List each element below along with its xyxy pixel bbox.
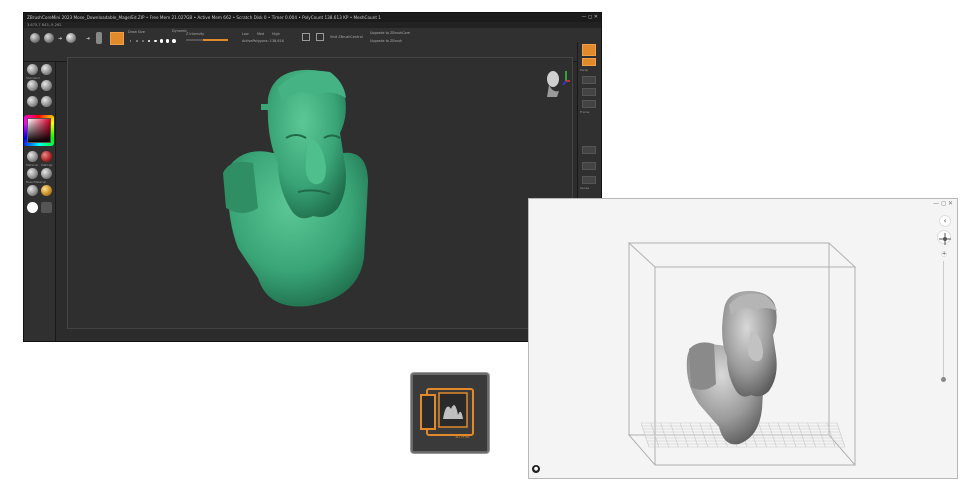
cylinder-tool-icon[interactable]	[96, 32, 102, 44]
window-controls[interactable]: — ◻ ✕	[581, 13, 598, 22]
print-viewer-window: — ◻ ✕ ‹ + ●	[528, 198, 958, 479]
z-intensity-label: Z Intensity	[186, 32, 205, 36]
pinch-brush-icon[interactable]	[41, 96, 52, 107]
frame-button[interactable]	[582, 100, 596, 108]
matcap-label: MatCap	[41, 163, 53, 167]
material-label: Material	[26, 163, 39, 167]
bpr-button[interactable]	[582, 44, 596, 56]
dynamic-label: Dynamic	[172, 29, 187, 33]
smooth-brush-icon[interactable]	[41, 80, 52, 91]
basic-material-icon[interactable]	[27, 168, 38, 179]
3d-print-label: 3D Print	[455, 435, 470, 439]
texture-icon[interactable]	[27, 185, 38, 196]
draw-brush-icon[interactable]	[30, 33, 40, 43]
brush-size-dot[interactable]	[154, 39, 157, 43]
upgrade-core-link[interactable]: Upgrade to ZBrushCore	[370, 31, 410, 35]
move-brush-icon[interactable]	[27, 80, 38, 91]
brush-size-dot[interactable]	[136, 40, 138, 42]
zbrush-window: ZBrushCoreMini 2023 Mose_Downloadable_Ma…	[23, 12, 602, 342]
brush-size-dot[interactable]	[166, 39, 170, 43]
polypaint-icon[interactable]	[41, 168, 52, 179]
sculpt-model	[223, 69, 368, 307]
matcap-sphere-icon[interactable]	[41, 151, 52, 162]
persp-label: Persp	[580, 68, 589, 72]
composite-screenshot: ZBrushCoreMini 2023 Mose_Downloadable_Ma…	[0, 0, 976, 501]
brush-size-dot[interactable]	[142, 39, 145, 43]
high-button[interactable]: High	[272, 32, 280, 36]
arrow-icon: ➜	[86, 36, 91, 42]
draw-size-label: Draw Size	[128, 30, 145, 34]
persp-button[interactable]	[582, 58, 596, 66]
basic-material-label: BasicMaterial	[26, 180, 47, 184]
upgrade-zbrush-link[interactable]: Upgrade to ZBrush	[370, 39, 402, 43]
frame-label: Frame	[580, 110, 590, 114]
sphere-tool-icon[interactable]	[66, 33, 76, 43]
left-tool-palette: Standard Material MatCap BasicMaterial	[24, 62, 56, 341]
black-color-swatch[interactable]	[41, 202, 52, 213]
draw-mode-button[interactable]	[110, 32, 124, 45]
3d-print-icon	[420, 388, 474, 436]
brush-size-dot[interactable]	[172, 39, 176, 43]
active-polygons: ActivePolygons: 138,616	[242, 39, 284, 43]
perspective-icon[interactable]	[302, 33, 310, 41]
window-title: ZBrushCoreMini 2023 Mose_Downloadable_Ma…	[27, 15, 381, 20]
3d-print-icon-tile[interactable]: 3D Print	[411, 373, 489, 453]
floor-icon[interactable]	[316, 33, 324, 41]
floor-button[interactable]	[582, 76, 596, 84]
color-picker[interactable]	[27, 118, 51, 143]
standard-brush-icon[interactable]	[27, 64, 38, 75]
viewport-canvas[interactable]	[67, 57, 573, 329]
local-button[interactable]	[582, 88, 596, 96]
brush-size-dot[interactable]	[130, 40, 132, 42]
rotate-view-button[interactable]	[582, 176, 596, 184]
brush-size-dot[interactable]	[148, 39, 151, 43]
print-volume	[627, 242, 857, 466]
med-button[interactable]: Med	[257, 32, 264, 36]
arrow-icon: ➜	[58, 36, 63, 42]
low-button[interactable]: Low	[242, 32, 249, 36]
clay-brush-icon[interactable]	[41, 64, 52, 75]
navigation-head[interactable]	[544, 67, 570, 97]
move-brush-icon[interactable]	[44, 33, 54, 43]
material-sphere-icon[interactable]	[27, 151, 38, 162]
visit-zbrushcentral-link[interactable]: Visit ZBrushCentral	[330, 35, 363, 39]
brush-size-dot[interactable]	[160, 39, 164, 43]
inflate-brush-icon[interactable]	[27, 96, 38, 107]
move-view-button[interactable]	[582, 146, 596, 154]
user-icon[interactable]: ●	[532, 465, 540, 473]
z-intensity-slider[interactable]	[186, 39, 228, 41]
white-color-swatch[interactable]	[27, 202, 38, 213]
scale-view-button[interactable]	[582, 162, 596, 170]
xpose-label: Xpose	[580, 186, 590, 190]
gold-material-icon[interactable]	[41, 185, 52, 196]
window-title-bar: ZBrushCoreMini 2023 Mose_Downloadable_Ma…	[24, 13, 601, 22]
